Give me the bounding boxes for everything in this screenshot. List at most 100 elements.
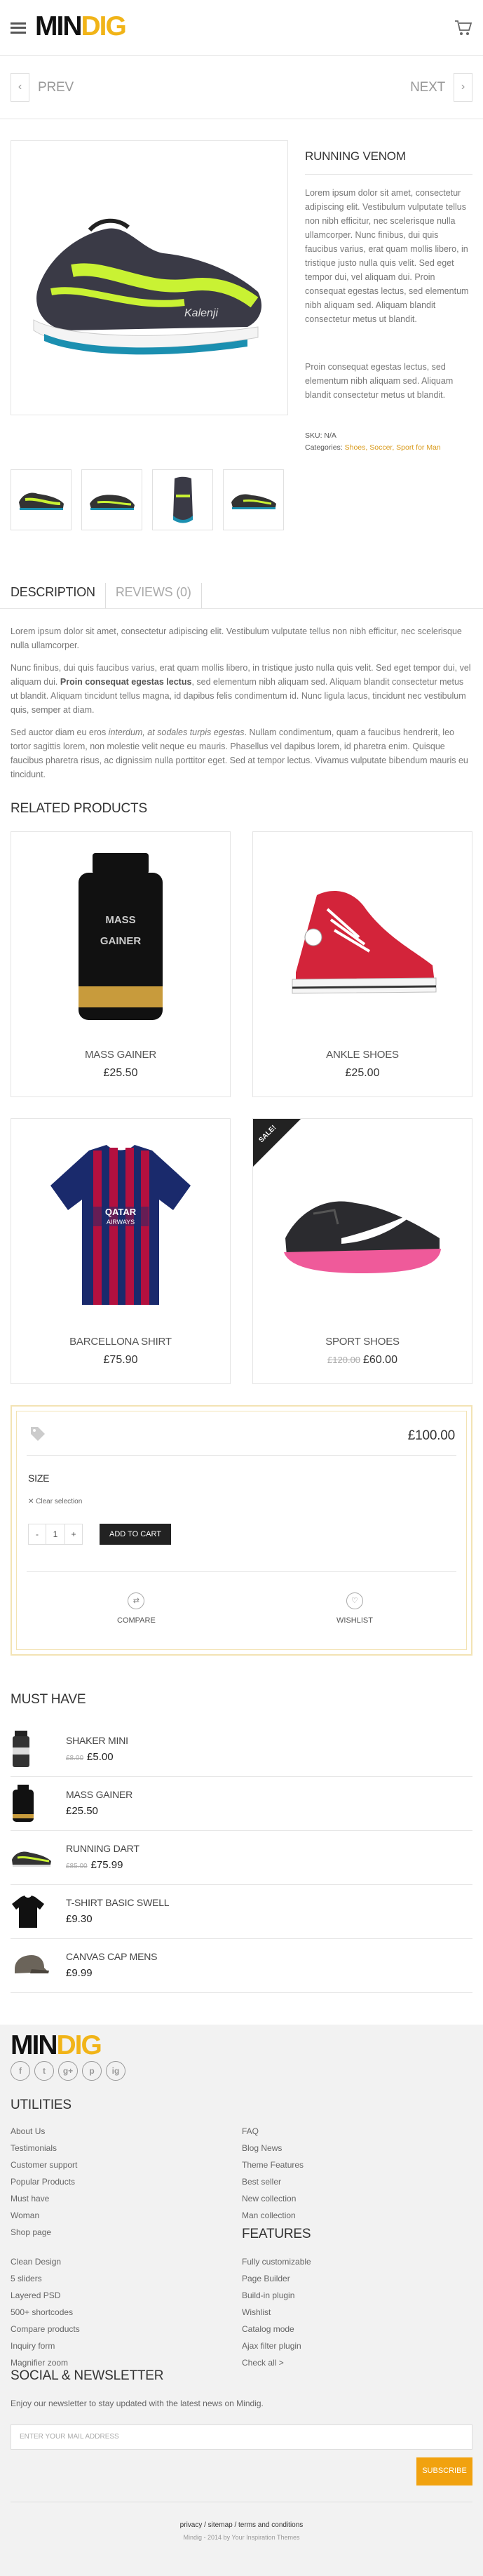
product-name[interactable]: RUNNING DART <box>66 1842 140 1857</box>
features-links-col1: Clean Design 5 sliders Layered PSD 500+ … <box>11 2253 80 2371</box>
related-products-title: RELATED PRODUCTS <box>11 800 147 816</box>
old-price: £85.00 <box>66 1863 88 1871</box>
list-item[interactable]: CANVAS CAP MENS £9.99 <box>11 1939 472 1993</box>
footer-link[interactable]: Fully customizable <box>242 2253 311 2270</box>
facebook-icon[interactable]: f <box>11 2061 30 2081</box>
product-price: £75.90 <box>103 1353 138 1366</box>
product-price: £25.50 <box>103 1066 138 1079</box>
must-have-title: MUST HAVE <box>11 1692 86 1708</box>
subscribe-button[interactable]: SUBSCRIBE <box>416 2457 472 2486</box>
qty-plus-button[interactable]: + <box>64 1524 83 1545</box>
thumbnail-4[interactable] <box>223 469 284 530</box>
footer-link[interactable]: Inquiry form <box>11 2337 80 2354</box>
product-name[interactable]: BARCELLONA SHIRT <box>11 1334 230 1350</box>
footer-links[interactable]: privacy / sitemap / terms and conditions <box>0 2520 483 2531</box>
footer-link[interactable]: 5 sliders <box>11 2270 80 2287</box>
footer-link[interactable]: Testimonials <box>11 2140 77 2156</box>
product-extra-description: Proin consequat egestas lectus, sed elem… <box>305 362 454 401</box>
product-image[interactable]: QATAR AIRWAYS <box>11 1119 230 1329</box>
site-logo[interactable]: MINDIG <box>35 13 127 40</box>
footer-link[interactable]: Check all > <box>242 2354 311 2371</box>
related-products-grid: MASS GAINER MASS GAINER £25.50 ANKLE SHOE… <box>0 819 483 1385</box>
qty-minus-button[interactable]: - <box>28 1524 46 1545</box>
wishlist-button[interactable]: ♡ WISHLIST <box>336 1592 373 1627</box>
product-card[interactable]: ANKLE SHOES £25.00 <box>252 831 472 1098</box>
next-link[interactable]: NEXT › <box>410 73 472 102</box>
tab-reviews[interactable]: REVIEWS (0) <box>116 583 202 608</box>
thumbnail-2[interactable] <box>81 469 142 530</box>
footer-link[interactable]: Customer support <box>11 2156 77 2173</box>
twitter-icon[interactable]: t <box>34 2061 54 2081</box>
footer-link[interactable]: Popular Products <box>11 2173 77 2190</box>
product-name[interactable]: ANKLE SHOES <box>253 1047 472 1063</box>
product-thumb[interactable] <box>11 1846 56 1870</box>
product-name[interactable]: CANVAS CAP MENS <box>66 1950 157 1965</box>
hamburger-icon[interactable] <box>11 22 26 34</box>
tab-description[interactable]: DESCRIPTION <box>11 583 106 608</box>
footer-link[interactable]: Blog News <box>242 2140 304 2156</box>
footer-link[interactable]: FAQ <box>242 2123 304 2140</box>
footer-link[interactable]: Theme Features <box>242 2156 304 2173</box>
instagram-icon[interactable]: ig <box>106 2061 125 2081</box>
product-card[interactable]: SALE! SPORT SHOES £120.00 £60.00 <box>252 1118 472 1385</box>
utilities-links-col1: About Us Testimonials Customer support P… <box>11 2123 77 2241</box>
pinterest-icon[interactable]: p <box>82 2061 102 2081</box>
list-item[interactable]: SHAKER MINI £8.00 £5.00 <box>11 1723 472 1777</box>
google-plus-icon[interactable]: g+ <box>58 2061 78 2081</box>
product-thumb[interactable] <box>11 1894 56 1929</box>
prev-link[interactable]: ‹ PREV <box>11 73 74 102</box>
utilities-title: UTILITIES <box>11 2098 72 2112</box>
product-price: £9.30 <box>66 1913 93 1926</box>
list-item[interactable]: MASS GAINER £25.50 <box>11 1777 472 1831</box>
footer-link[interactable]: Clean Design <box>11 2253 80 2270</box>
qty-input[interactable]: 1 <box>46 1524 64 1545</box>
footer-link[interactable]: Build-in plugin <box>242 2287 311 2304</box>
product-card[interactable]: QATAR AIRWAYS BARCELLONA SHIRT £75.90 <box>11 1118 231 1385</box>
product-image[interactable] <box>253 832 472 1042</box>
list-item[interactable]: RUNNING DART £85.00 £75.99 <box>11 1831 472 1885</box>
footer-link[interactable]: Compare products <box>11 2321 80 2337</box>
category-links[interactable]: Shoes, Soccer, Sport for Man <box>345 443 441 452</box>
footer-link[interactable]: 500+ shortcodes <box>11 2304 80 2321</box>
clear-selection-link[interactable]: ✕ Clear selection <box>28 1496 82 1508</box>
product-name[interactable]: SPORT SHOES <box>253 1334 472 1350</box>
footer-link[interactable]: About Us <box>11 2123 77 2140</box>
footer-link[interactable]: Woman <box>11 2207 77 2224</box>
product-thumb[interactable] <box>11 1784 56 1823</box>
list-item[interactable]: T-SHIRT BASIC SWELL £9.30 <box>11 1885 472 1939</box>
chevron-left-icon[interactable]: ‹ <box>11 73 29 102</box>
footer-link[interactable]: Ajax filter plugin <box>242 2337 311 2354</box>
footer-link[interactable]: Layered PSD <box>11 2287 80 2304</box>
footer-logo[interactable]: MINDIG <box>11 2032 102 2059</box>
product-name[interactable]: MASS GAINER <box>66 1787 132 1803</box>
sale-price: £60.00 <box>363 1353 397 1366</box>
product-main-image[interactable]: Kalenji <box>11 140 288 415</box>
product-short-description: Lorem ipsum dolor sit amet, consectetur … <box>305 188 469 325</box>
email-field[interactable]: ENTER YOUR MAIL ADDRESS <box>11 2424 472 2450</box>
footer-link[interactable]: Wishlist <box>242 2304 311 2321</box>
footer-link[interactable]: Page Builder <box>242 2270 311 2287</box>
product-thumb[interactable] <box>11 1954 56 1978</box>
buy-price: £100.00 <box>407 1428 455 1444</box>
footer-link[interactable]: Catalog mode <box>242 2321 311 2337</box>
product-image[interactable]: MASS GAINER <box>11 832 230 1042</box>
chevron-right-icon[interactable]: › <box>454 73 472 102</box>
footer-link[interactable]: New collection <box>242 2190 304 2207</box>
footer-link[interactable]: Shop page <box>11 2224 77 2241</box>
compare-button[interactable]: ⇄ COMPARE <box>117 1592 156 1627</box>
copyright: Mindig - 2014 by Your Inspiration Themes <box>183 2534 300 2541</box>
footer-link[interactable]: Man collection <box>242 2207 304 2224</box>
shopping-cart-icon[interactable] <box>454 19 472 37</box>
add-to-cart-button[interactable]: ADD TO CART <box>100 1524 171 1545</box>
product-name[interactable]: T-SHIRT BASIC SWELL <box>66 1896 170 1911</box>
product-name[interactable]: MASS GAINER <box>11 1047 230 1063</box>
svg-text:AIRWAYS: AIRWAYS <box>107 1219 135 1226</box>
newsletter-title: SOCIAL & NEWSLETTER <box>11 2368 164 2383</box>
footer-link[interactable]: Best seller <box>242 2173 304 2190</box>
thumbnail-1[interactable] <box>11 469 72 530</box>
product-card[interactable]: MASS GAINER MASS GAINER £25.50 <box>11 831 231 1098</box>
product-name[interactable]: SHAKER MINI <box>66 1733 128 1749</box>
footer-link[interactable]: Must have <box>11 2190 77 2207</box>
product-thumb[interactable] <box>11 1730 56 1769</box>
thumbnail-3[interactable] <box>152 469 213 530</box>
